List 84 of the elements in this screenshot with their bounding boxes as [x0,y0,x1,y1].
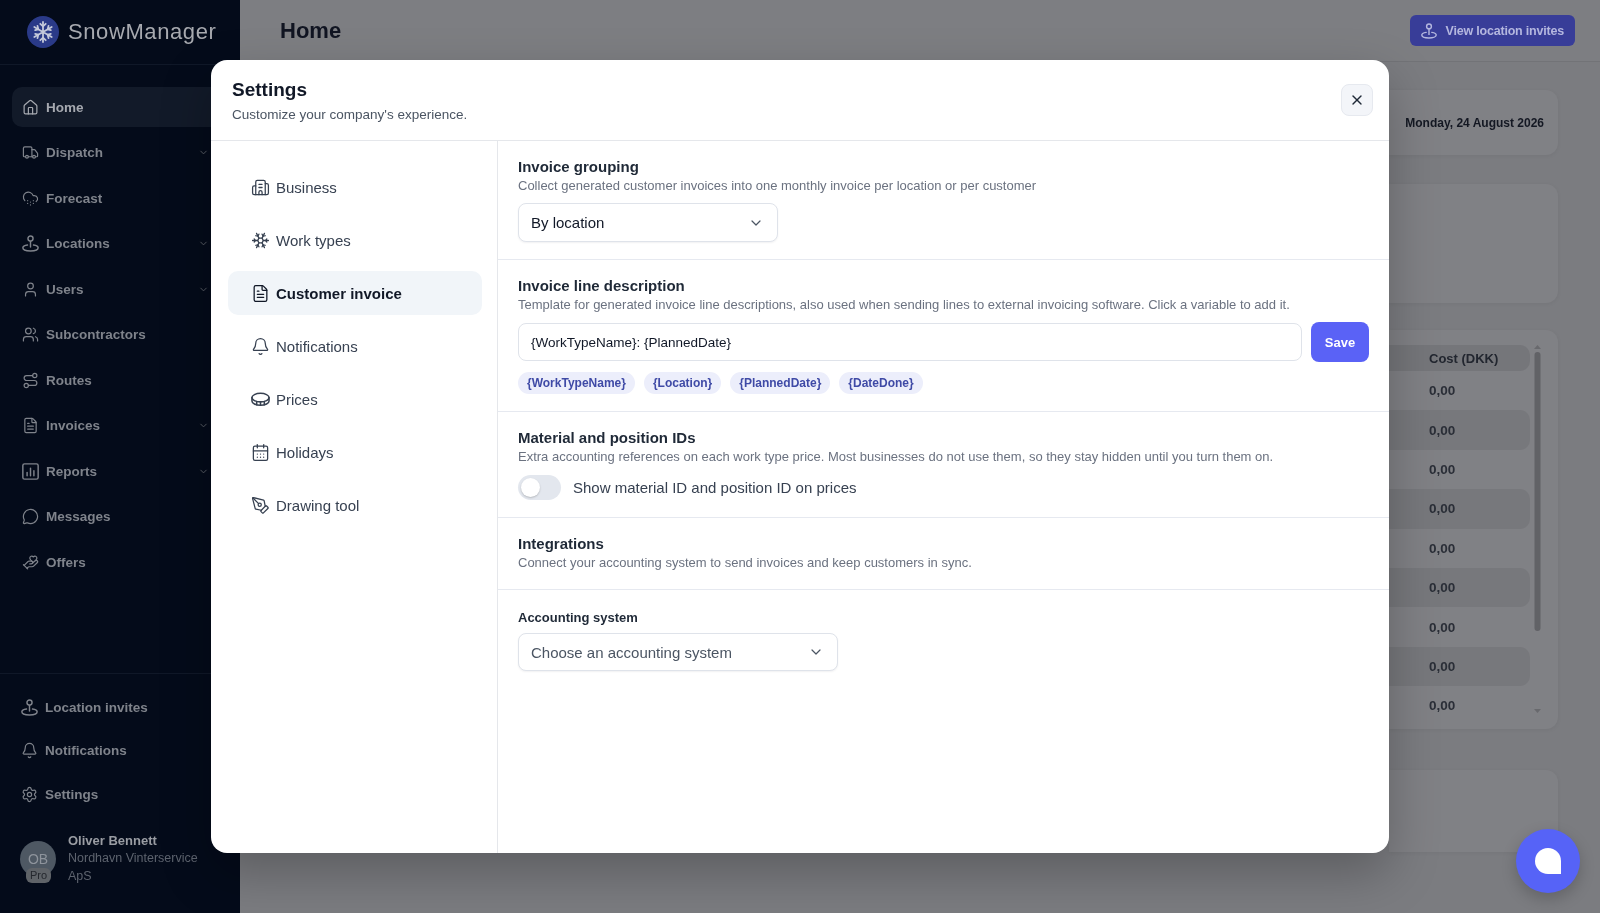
plan-badge: Pro [26,868,51,883]
table-cell: 0,00 [1389,489,1530,529]
section-title: Invoice grouping [518,158,640,176]
settings-nav-item[interactable]: Holidays [228,430,482,474]
section-description: Template for generated invoice line descriptions, also used when sending lines to external invoicing software. Click a variable to add it. [518,296,1291,314]
user-icon [22,280,39,298]
route-icon [22,371,39,389]
sidebar-item[interactable]: Locations [12,223,211,264]
variable-chip[interactable]: {DateDone} [839,372,923,394]
section-title: Invoice line description [518,277,686,295]
table-cell: 0,00 [1389,567,1530,608]
sidebar-item[interactable]: Routes [12,360,211,400]
sidebar-item[interactable]: Dispatch [12,132,211,173]
settings-nav-item[interactable]: Notifications [228,324,482,368]
variable-chip[interactable]: {WorkTypeName} [518,372,635,394]
save-button[interactable]: Save [1311,322,1369,362]
table-cell-text: 0,00 [1428,382,1457,401]
sidebar-item[interactable]: Offers [12,542,211,582]
select-field[interactable]: By location [518,203,778,242]
section-title: Integrations [518,535,605,553]
table-cell: 0,00 [1389,410,1530,450]
sidebar-item[interactable]: Subcontractors [12,314,211,355]
location-pin-icon [1421,22,1438,39]
bell-icon [21,742,38,759]
table-cell-text: 0,00 [1428,697,1457,716]
section-title: Material and position IDs [518,429,697,447]
settings-nav-item[interactable]: Business [228,165,482,209]
table-cell-text: 0,00 [1428,460,1457,479]
app-name: SnowManager [68,19,217,45]
page-title: Home [280,17,342,44]
home-icon [22,98,39,116]
settings-nav-item[interactable]: Prices [228,377,482,421]
document-icon [251,283,270,303]
chat-bubble-icon [1535,848,1561,874]
location-pin-icon [21,698,38,716]
column-header: Cost (DKK) [1389,345,1530,371]
sidebar-item[interactable]: Reports [12,451,211,491]
table-cell-text: 0,00 [1428,539,1457,558]
sidebar-item[interactable]: Forecast [12,178,211,218]
sidebar-item[interactable]: Notifications [12,731,211,770]
settings-nav-item[interactable]: Drawing tool [228,483,482,527]
scrollbar[interactable] [1534,345,1541,715]
bell-icon [251,336,270,356]
close-button[interactable] [1341,84,1373,116]
settings-icon [21,785,38,803]
sidebar-item[interactable]: Location invites [12,688,211,726]
pen-tool-icon [251,495,270,515]
section-description: Extra accounting references on each work type price. Most businesses do not use them, so they stay hidden until you turn them on. [518,448,1275,466]
section-description: Connect your accounting system to send invoices and keep customers in sync. [518,554,973,572]
sidebar-item[interactable]: Home [12,87,211,127]
bar-chart-icon [22,462,39,480]
calendar-icon [251,442,270,462]
users-icon [22,326,39,343]
logo-icon [27,16,59,48]
truck-icon [22,144,39,161]
date-text: Monday, 24 August 2026 [1405,115,1544,130]
building-icon [251,177,270,197]
template-input[interactable]: {WorkTypeName}: {PlannedDate} [518,323,1302,361]
toggle-switch[interactable] [518,475,561,500]
settings-nav-item[interactable]: Customer invoice [228,271,482,315]
company-name: Nordhavn Vinterservice ApS [68,850,199,885]
dialog-subtitle: Customize your company's experience. [232,106,468,122]
view-invites-button[interactable]: View location invites [1410,15,1575,46]
settings-nav-item[interactable]: Work types [228,218,482,262]
variable-chip[interactable]: {Location} [643,372,722,394]
variable-chip[interactable]: {PlannedDate} [730,372,831,394]
table-cell: 0,00 [1389,646,1530,687]
location-pin-icon [22,235,39,252]
toggle-label: Show material ID and position ID on prices [573,479,857,496]
sidebar-item[interactable]: Messages [12,496,211,537]
user-name: Oliver Bennett [68,833,158,849]
sidebar-item[interactable]: Invoices [12,405,211,446]
table-cell-text: 0,00 [1428,618,1457,637]
chat-icon [22,508,39,525]
dialog-title: Settings [232,78,308,101]
section-description: Collect generated customer invoices into one monthly invoice per location or per customer [518,177,1038,195]
snowflake-icon [251,230,270,250]
field-label: Accounting system [518,609,639,627]
select-field[interactable]: Choose an accounting system [518,633,838,671]
document-icon [22,417,39,434]
hand-heart-icon [22,553,39,571]
cloud-snow-icon [22,189,39,207]
sidebar-item[interactable]: Users [12,269,211,309]
sidebar-item[interactable]: Settings [12,775,211,813]
